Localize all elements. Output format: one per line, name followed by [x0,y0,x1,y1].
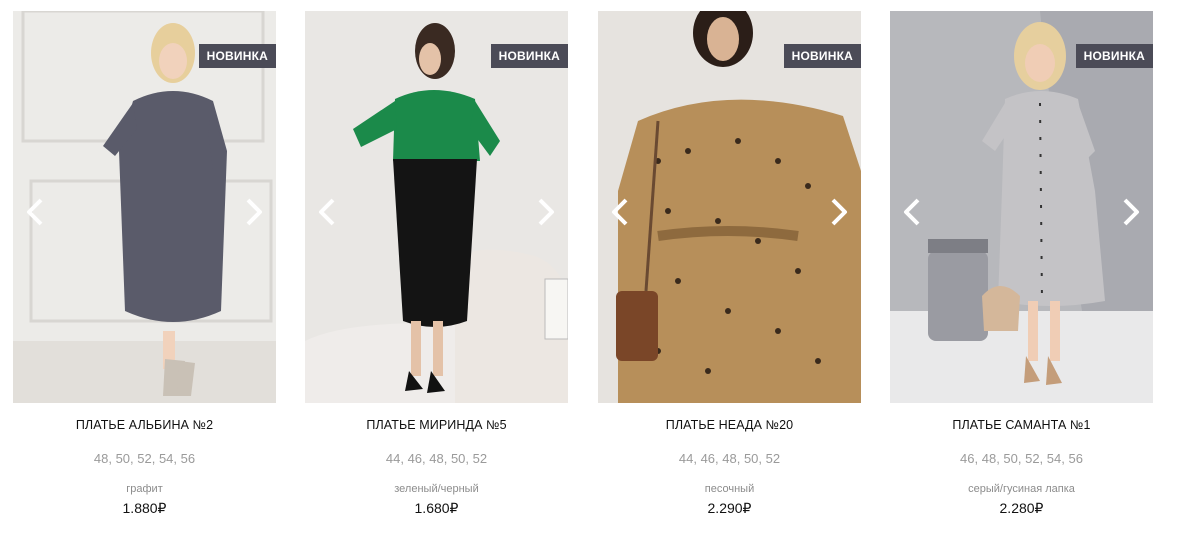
product-color: серый/гусиная лапка [968,483,1075,495]
product-title[interactable]: ПЛАТЬЕ АЛЬБИНА №2 [13,418,276,432]
product-card[interactable]: НОВИНКА ПЛАТЬЕ МИРИНДА №5 44, 46, 48, 50… [305,11,568,531]
new-badge: НОВИНКА [1075,44,1153,68]
product-sizes: 46, 48, 50, 52, 54, 56 [960,451,1083,466]
product-sizes: 44, 46, 48, 50, 52 [678,451,781,466]
product-card[interactable]: НОВИНКА ПЛАТЬЕ АЛЬБИНА №2 48, 50, 52, 54… [13,11,276,531]
product-grid: НОВИНКА ПЛАТЬЕ АЛЬБИНА №2 48, 50, 52, 54… [0,0,1181,535]
product-photo[interactable] [890,11,1153,403]
product-sizes: 48, 50, 52, 54, 56 [93,451,196,466]
prev-image-arrow-icon[interactable] [23,197,49,227]
prev-image-arrow-icon[interactable] [315,197,341,227]
product-color: песочный [704,483,755,495]
product-photo[interactable] [13,11,276,403]
prev-image-arrow-icon[interactable] [608,197,634,227]
prev-image-arrow-icon[interactable] [900,197,926,227]
product-card[interactable]: НОВИНКА ПЛАТЬЕ САМАНТА №1 46, 48, 50, 52… [890,11,1153,531]
product-price: 1.880₽ [122,500,167,516]
product-title[interactable]: ПЛАТЬЕ САМАНТА №1 [890,418,1153,432]
product-photo[interactable] [305,11,568,403]
next-image-arrow-icon[interactable] [825,197,851,227]
new-badge: НОВИНКА [198,44,276,68]
next-image-arrow-icon[interactable] [1117,197,1143,227]
product-title[interactable]: ПЛАТЬЕ НЕАДА №20 [598,418,861,432]
product-price: 2.280₽ [999,500,1044,516]
product-sizes: 44, 46, 48, 50, 52 [385,451,488,466]
product-card[interactable]: НОВИНКА ПЛАТЬЕ НЕАДА №20 44, 46, 48, 50,… [598,11,861,531]
product-color: зеленый/черный [394,483,479,495]
new-badge: НОВИНКА [490,44,568,68]
product-title[interactable]: ПЛАТЬЕ МИРИНДА №5 [305,418,568,432]
next-image-arrow-icon[interactable] [532,197,558,227]
product-photo[interactable] [598,11,861,403]
product-color: графит [126,483,163,495]
next-image-arrow-icon[interactable] [240,197,266,227]
product-price: 1.680₽ [414,500,459,516]
product-price: 2.290₽ [707,500,752,516]
new-badge: НОВИНКА [783,44,861,68]
